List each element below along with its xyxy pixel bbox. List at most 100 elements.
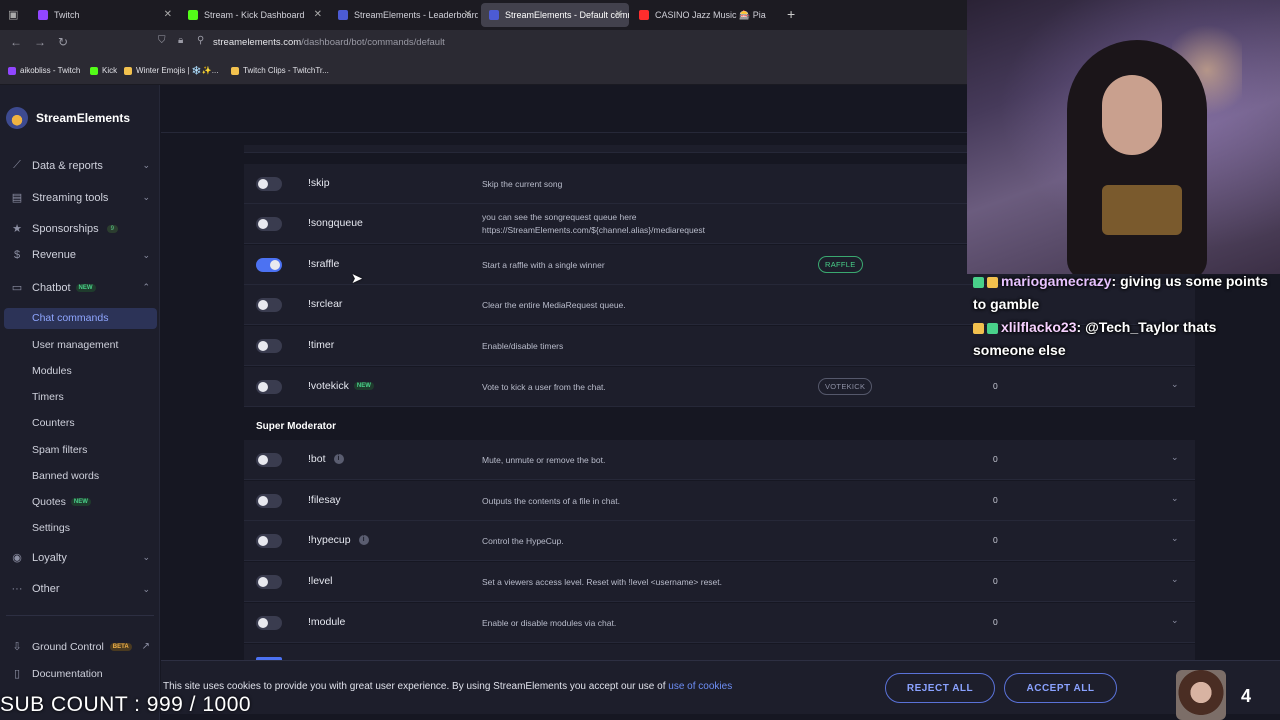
command-toggle[interactable] bbox=[256, 534, 282, 548]
forward-icon[interactable]: → bbox=[34, 35, 46, 49]
command-row-level[interactable]: !level Set a viewers access level. Reset… bbox=[244, 562, 1195, 602]
cookie-policy-link[interactable]: use of cookies bbox=[668, 681, 732, 692]
accept-all-button[interactable]: ACCEPT ALL bbox=[1004, 673, 1117, 703]
sidebar-item-timers[interactable]: Timers bbox=[32, 391, 64, 403]
command-row-filesay[interactable]: !filesay Outputs the contents of a file … bbox=[244, 481, 1195, 521]
reload-icon[interactable]: ↻ bbox=[58, 35, 68, 49]
streamelements-icon bbox=[489, 10, 499, 20]
command-toggle[interactable] bbox=[256, 177, 282, 191]
shield-icon[interactable]: ⛉ bbox=[158, 35, 166, 46]
sidebar-item-banned-words[interactable]: Banned words bbox=[32, 470, 99, 482]
sidebar-label: Modules bbox=[32, 365, 72, 377]
back-icon[interactable]: ← bbox=[10, 35, 22, 49]
command-name: !skip bbox=[308, 177, 330, 189]
command-toggle[interactable] bbox=[256, 494, 282, 508]
section-heading-super-moderator: Super Moderator bbox=[256, 421, 337, 432]
page-settings-icon[interactable]: ⚲ bbox=[197, 35, 204, 46]
chat-message: mariogamecrazy: giving us some points to… bbox=[973, 273, 1268, 312]
sponsorship-count-badge: 9 bbox=[106, 224, 118, 233]
tab-twitch[interactable]: Twitch ✕ bbox=[30, 3, 178, 27]
command-level: 0 bbox=[993, 617, 998, 627]
command-row-hypecup[interactable]: !hypecup i Control the HypeCup. 0 ⌄ bbox=[244, 521, 1195, 561]
chevron-down-icon[interactable]: ⌄ bbox=[1171, 533, 1179, 544]
sidebar-item-streaming-tools[interactable]: ▤ Streaming tools ⌄ bbox=[10, 191, 150, 205]
sidebar-item-ground-control[interactable]: ⇩ Ground Control BETA ↗ bbox=[10, 640, 150, 654]
sidebar-item-spam-filters[interactable]: Spam filters bbox=[32, 444, 87, 456]
bookmark-kick[interactable]: Kick bbox=[90, 66, 117, 75]
bookmark-aikobliss[interactable]: aikobliss - Twitch bbox=[8, 66, 80, 75]
brand-name: StreamElements bbox=[36, 111, 131, 125]
chevron-down-icon[interactable]: ⌄ bbox=[1171, 574, 1179, 585]
sidebar-item-settings[interactable]: Settings bbox=[32, 522, 70, 534]
lock-icon: 🔒︎ bbox=[178, 35, 184, 46]
command-row-votekick[interactable]: !votekick NEW Vote to kick a user from th… bbox=[244, 367, 1195, 407]
tab-label: StreamElements - Default comm bbox=[505, 10, 629, 20]
cookie-banner: This site uses cookies to provide you wi… bbox=[161, 660, 1280, 714]
sidebar-item-other[interactable]: ··· Other ⌄ bbox=[10, 583, 151, 595]
chevron-down-icon[interactable]: ⌄ bbox=[1171, 615, 1179, 626]
command-level: 0 bbox=[993, 535, 998, 545]
command-toggle[interactable] bbox=[256, 217, 282, 231]
partial-command-row bbox=[244, 644, 1195, 660]
sidebar-item-revenue[interactable]: $ Revenue ⌄ bbox=[10, 249, 150, 261]
command-name-text: !level bbox=[308, 575, 333, 587]
chevron-down-icon[interactable]: ⌄ bbox=[1171, 452, 1179, 463]
bookmark-twitch-clips[interactable]: Twitch Clips - TwitchTr... bbox=[231, 66, 329, 75]
sidebar-item-chatbot[interactable]: ▭ Chatbot NEW ⌃ bbox=[10, 281, 150, 295]
info-icon[interactable]: i bbox=[358, 535, 369, 545]
bookmark-winter-emojis[interactable]: Winter Emojis | ❄️✨... bbox=[124, 66, 218, 75]
close-icon[interactable]: ✕ bbox=[314, 9, 322, 20]
command-toggle[interactable] bbox=[256, 575, 282, 589]
info-icon[interactable]: i bbox=[333, 454, 344, 464]
command-name-text: !timer bbox=[308, 339, 335, 351]
tab-default-commands[interactable]: StreamElements - Default comm ✕ bbox=[481, 3, 629, 27]
chevron-down-icon[interactable]: ⌄ bbox=[1171, 493, 1179, 504]
chevron-down-icon: ⌄ bbox=[142, 160, 150, 170]
toggle-knob bbox=[258, 496, 268, 506]
sidebar-item-modules[interactable]: Modules bbox=[32, 365, 72, 377]
new-badge: NEW bbox=[70, 498, 91, 506]
chevron-down-icon: ⌄ bbox=[142, 192, 150, 202]
tab-leaderboard[interactable]: StreamElements - Leaderboard ✕ bbox=[330, 3, 478, 27]
tab-kick-dashboard[interactable]: Stream - Kick Dashboard ✕ bbox=[180, 3, 328, 27]
tab-list-icon[interactable]: ▣ bbox=[8, 8, 18, 21]
sidebar-label: Loyalty bbox=[32, 551, 67, 564]
sidebar-item-chat-commands[interactable]: Chat commands bbox=[32, 312, 108, 324]
close-icon[interactable]: ✕ bbox=[464, 9, 472, 20]
command-row-bot[interactable]: !bot i Mute, unmute or remove the bot. 0 … bbox=[244, 440, 1195, 480]
sidebar-label: Documentation bbox=[32, 667, 103, 680]
sidebar-item-counters[interactable]: Counters bbox=[32, 417, 75, 429]
sidebar-item-user-management[interactable]: User management bbox=[32, 339, 118, 351]
sidebar-item-data-reports[interactable]: ⟋ Data & reports ⌄ bbox=[10, 159, 150, 172]
tab-casino-jazz[interactable]: CASINO Jazz Music 🎰 Pia bbox=[631, 3, 781, 27]
command-toggle[interactable] bbox=[256, 380, 282, 394]
new-tab-button[interactable]: + bbox=[787, 6, 795, 22]
command-name-text: !module bbox=[308, 616, 346, 628]
sidebar-item-loyalty[interactable]: ◉ Loyalty ⌄ bbox=[10, 551, 150, 565]
command-description: Mute, unmute or remove the bot. bbox=[482, 455, 606, 465]
command-toggle[interactable] bbox=[256, 339, 282, 353]
command-toggle[interactable] bbox=[256, 616, 282, 630]
close-icon[interactable]: ✕ bbox=[164, 9, 172, 20]
toggle-knob bbox=[270, 260, 280, 270]
bookmark-label: aikobliss - Twitch bbox=[20, 66, 81, 75]
command-toggle[interactable] bbox=[256, 298, 282, 312]
stream-chat-overlay: mariogamecrazy: giving us some points to… bbox=[973, 270, 1273, 362]
reject-all-button[interactable]: REJECT ALL bbox=[885, 673, 995, 703]
toggle-knob bbox=[258, 618, 268, 628]
brand-logo[interactable]: StreamElements bbox=[6, 107, 130, 129]
command-row-module[interactable]: !module Enable or disable modules via ch… bbox=[244, 603, 1195, 643]
toggle-knob bbox=[258, 455, 268, 465]
chevron-down-icon[interactable]: ⌄ bbox=[1171, 379, 1179, 390]
close-icon[interactable]: ✕ bbox=[615, 9, 623, 20]
url-bar[interactable]: streamelements.com/dashboard/bot/command… bbox=[213, 37, 445, 48]
tab-label: CASINO Jazz Music 🎰 Pia bbox=[655, 9, 766, 20]
bookmark-label: Kick bbox=[102, 66, 118, 75]
sidebar-item-quotes[interactable]: Quotes NEW bbox=[32, 496, 91, 508]
sidebar-item-documentation[interactable]: ▯ Documentation bbox=[10, 667, 150, 681]
toggle-knob bbox=[258, 179, 268, 189]
sidebar-item-sponsorships[interactable]: ★ Sponsorships 9 bbox=[10, 222, 150, 235]
tools-icon: ▤ bbox=[11, 192, 23, 204]
command-toggle[interactable] bbox=[256, 453, 282, 467]
command-toggle[interactable] bbox=[256, 258, 282, 272]
